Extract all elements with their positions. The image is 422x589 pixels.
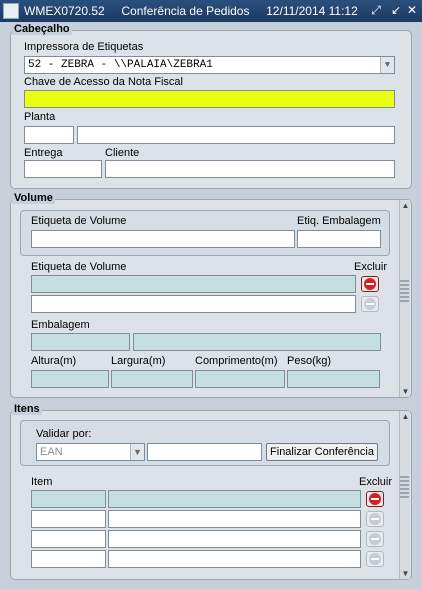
validar-input[interactable] <box>147 443 262 461</box>
scroll-down-icon[interactable]: ▼ <box>400 568 411 579</box>
restore-icon[interactable]: ⤢ <box>369 3 383 17</box>
scroll-thumb[interactable] <box>400 280 409 302</box>
impressora-label: Impressora de Etiquetas <box>24 41 144 53</box>
delete-item-3-button[interactable] <box>366 531 384 547</box>
chave-acesso-input[interactable] <box>24 90 395 108</box>
peso-field <box>287 370 380 388</box>
itens-title: Itens <box>12 403 42 415</box>
embalagem-desc-field <box>133 333 381 351</box>
item-row-1-desc[interactable] <box>108 490 361 508</box>
planta-label: Planta <box>24 111 56 123</box>
delete-item-1-button[interactable] <box>366 491 384 507</box>
peso-label: Peso(kg) <box>287 355 332 367</box>
itens-excluir-label: Excluir <box>359 476 393 488</box>
app-logo-icon <box>3 3 19 19</box>
title-bar: WMEX0720.52 Conferência de Pedidos 12/11… <box>0 0 422 22</box>
volume-title: Volume <box>12 192 55 204</box>
planta-name-input[interactable] <box>77 126 395 144</box>
etiqueta-volume-list-label: Etiqueta de Volume <box>31 261 127 273</box>
cabecalho-title: Cabeçalho <box>12 23 72 35</box>
minus-mark <box>366 283 374 285</box>
scroll-up-icon[interactable]: ▲ <box>400 411 411 422</box>
finalizar-conferencia-button[interactable]: Finalizar Conferência <box>266 443 378 461</box>
entrega-input[interactable] <box>24 160 102 178</box>
item-row-1-code[interactable] <box>31 490 106 508</box>
validar-label: Validar por: <box>36 428 92 440</box>
window-title: WMEX0720.52 Conferência de Pedidos 12/11… <box>24 4 358 18</box>
itens-scrollbar[interactable]: ▲ ▼ <box>399 411 410 579</box>
item-row-3-desc[interactable] <box>108 530 361 548</box>
scroll-thumb[interactable] <box>400 476 409 498</box>
etiqueta-volume-label: Etiqueta de Volume <box>31 215 127 227</box>
largura-field <box>111 370 193 388</box>
volume-scrollbar[interactable]: ▲ ▼ <box>399 200 410 397</box>
planta-code-input[interactable] <box>24 126 74 144</box>
minus-mark <box>371 558 379 560</box>
scroll-down-icon[interactable]: ▼ <box>400 386 411 397</box>
validar-select[interactable]: EAN ▼ <box>36 443 145 461</box>
etiq-embalagem-input[interactable] <box>297 230 381 248</box>
impressora-value: 52 - ZEBRA - \\PALAIA\ZEBRA1 <box>28 59 213 71</box>
volume-row-1[interactable] <box>31 275 356 293</box>
minus-mark <box>366 303 374 305</box>
altura-field <box>31 370 109 388</box>
item-row-3-code[interactable] <box>31 530 106 548</box>
impressora-select[interactable]: 52 - ZEBRA - \\PALAIA\ZEBRA1 ▼ <box>24 56 395 74</box>
item-row-2-desc[interactable] <box>108 510 361 528</box>
item-row-2-code[interactable] <box>31 510 106 528</box>
item-row-4-code[interactable] <box>31 550 106 568</box>
minus-mark <box>371 518 379 520</box>
delete-volume-2-button[interactable] <box>361 296 379 312</box>
item-row-4-desc[interactable] <box>108 550 361 568</box>
close-icon[interactable]: ✕ <box>405 3 419 17</box>
entrega-label: Entrega <box>24 147 63 159</box>
comprimento-label: Comprimento(m) <box>195 355 278 367</box>
minimize-icon[interactable]: ↙ <box>389 3 403 17</box>
etiq-embalagem-label: Etiq. Embalagem <box>297 215 381 227</box>
validar-value: EAN <box>40 446 63 458</box>
embalagem-code-field <box>31 333 130 351</box>
chave-label: Chave de Acesso da Nota Fiscal <box>24 76 183 88</box>
altura-label: Altura(m) <box>31 355 77 367</box>
delete-item-4-button[interactable] <box>366 551 384 567</box>
volume-excluir-label: Excluir <box>354 261 388 273</box>
volume-row-2[interactable] <box>31 295 356 313</box>
delete-item-2-button[interactable] <box>366 511 384 527</box>
cliente-input[interactable] <box>105 160 395 178</box>
minus-mark <box>371 498 379 500</box>
scroll-up-icon[interactable]: ▲ <box>400 200 411 211</box>
embalagem-label: Embalagem <box>31 319 90 331</box>
item-label: Item <box>31 476 53 488</box>
minus-mark <box>371 538 379 540</box>
delete-volume-1-button[interactable] <box>361 276 379 292</box>
etiqueta-volume-input[interactable] <box>31 230 295 248</box>
comprimento-field <box>195 370 285 388</box>
largura-label: Largura(m) <box>111 355 166 367</box>
impressora-dropdown-icon[interactable]: ▼ <box>380 57 394 73</box>
validar-dropdown-icon[interactable]: ▼ <box>130 444 144 460</box>
cliente-label: Cliente <box>105 147 140 159</box>
